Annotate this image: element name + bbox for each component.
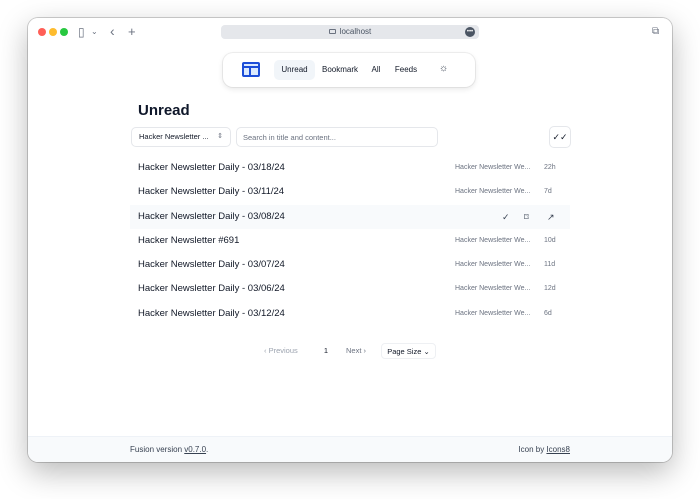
url-text: localhost bbox=[339, 27, 372, 36]
more-options-icon[interactable]: ••• bbox=[465, 27, 475, 37]
chevron-down-icon: ⌄ bbox=[421, 347, 430, 356]
item-title[interactable]: Hacker Newsletter Daily - 03/11/24 bbox=[138, 180, 284, 204]
item-title[interactable]: Hacker Newsletter Daily - 03/07/24 bbox=[138, 253, 285, 277]
item-title[interactable]: Hacker Newsletter Daily - 03/08/24 bbox=[138, 205, 285, 229]
chevron-down-icon[interactable]: ⌄ bbox=[91, 24, 98, 40]
double-check-icon: ✓✓ bbox=[552, 132, 568, 142]
browser-titlebar: ▯ ⌄ ‹ + localhost ••• ⧉ bbox=[28, 18, 672, 46]
nav-unread[interactable]: Unread bbox=[274, 60, 315, 80]
version-prefix: Fusion version bbox=[130, 445, 185, 454]
feed-filter-value: Hacker Newsletter ... bbox=[139, 132, 209, 141]
close-window-button[interactable] bbox=[38, 28, 46, 36]
next-page-button[interactable]: Next › bbox=[346, 343, 366, 359]
item-age: 10d bbox=[544, 236, 556, 244]
item-title[interactable]: Hacker Newsletter Daily - 03/06/24 bbox=[138, 277, 285, 301]
bookmark-icon[interactable]: ⌑ bbox=[524, 205, 529, 229]
mark-read-check-icon[interactable]: ✓ bbox=[502, 205, 510, 229]
page-title: Unread bbox=[138, 102, 190, 119]
item-feed: Hacker Newsletter We... bbox=[455, 309, 531, 317]
new-tab-icon[interactable]: + bbox=[128, 24, 136, 40]
page-size-select[interactable]: Page Size ⌄ bbox=[381, 343, 436, 359]
previous-label: Previous bbox=[268, 346, 298, 355]
sidebar-icon[interactable]: ▯ bbox=[78, 24, 85, 40]
chevron-updown-icon: ⇕ bbox=[217, 133, 223, 140]
item-age: 6d bbox=[544, 309, 552, 317]
item-feed: Hacker Newsletter We... bbox=[455, 285, 531, 293]
item-feed: Hacker Newsletter We... bbox=[455, 188, 531, 196]
open-external-icon[interactable]: ↗ bbox=[547, 205, 555, 229]
theme-toggle-sun-icon[interactable]: ☼ bbox=[439, 63, 448, 74]
tabs-overview-icon[interactable]: ⧉ bbox=[652, 24, 659, 40]
item-feed: Hacker Newsletter We... bbox=[455, 261, 531, 269]
app-logo-icon[interactable] bbox=[242, 62, 260, 77]
next-label: Next bbox=[346, 346, 362, 355]
item-feed: Hacker Newsletter We... bbox=[455, 236, 531, 244]
list-item[interactable]: Hacker Newsletter Daily - 03/06/24 Hacke… bbox=[130, 277, 570, 301]
chevron-right-icon: › bbox=[361, 346, 367, 355]
nav-bookmark[interactable]: Bookmark bbox=[318, 60, 362, 80]
list-item[interactable]: Hacker Newsletter Daily - 03/08/24 ✓ ⌑ ↗ bbox=[130, 204, 570, 229]
list-item[interactable]: Hacker Newsletter Daily - 03/18/24 Hacke… bbox=[130, 156, 570, 180]
mark-all-read-button[interactable]: ✓✓ bbox=[549, 126, 571, 148]
icon-credit: Icon by Icons8 bbox=[518, 437, 570, 462]
footer: Fusion version v0.7.0. Icon by Icons8 bbox=[28, 436, 672, 462]
list-item[interactable]: Hacker Newsletter Daily - 03/12/24 Hacke… bbox=[130, 302, 570, 326]
zoom-window-button[interactable] bbox=[60, 28, 68, 36]
browser-window: ▯ ⌄ ‹ + localhost ••• ⧉ Unread Bookmark … bbox=[28, 18, 672, 462]
list-item[interactable]: Hacker Newsletter Daily - 03/11/24 Hacke… bbox=[130, 180, 570, 204]
back-icon[interactable]: ‹ bbox=[110, 24, 115, 39]
page-size-label: Page Size bbox=[387, 347, 422, 356]
article-list: Hacker Newsletter Daily - 03/18/24 Hacke… bbox=[130, 156, 570, 326]
page-icon bbox=[328, 29, 336, 34]
url-bar[interactable]: localhost ••• bbox=[221, 25, 479, 39]
minimize-window-button[interactable] bbox=[49, 28, 57, 36]
item-title[interactable]: Hacker Newsletter Daily - 03/18/24 bbox=[138, 156, 285, 180]
search-input[interactable] bbox=[236, 127, 438, 147]
version-text: Fusion version v0.7.0. bbox=[130, 437, 208, 462]
item-age: 22h bbox=[544, 164, 556, 171]
item-feed: Hacker Newsletter We... bbox=[455, 164, 531, 171]
page-number[interactable]: 1 bbox=[321, 343, 331, 359]
feed-filter-select[interactable]: Hacker Newsletter ... ⇕ bbox=[131, 127, 231, 147]
item-age: 12d bbox=[544, 285, 556, 293]
nav-all[interactable]: All bbox=[366, 60, 386, 80]
list-item[interactable]: Hacker Newsletter #691 Hacker Newsletter… bbox=[130, 229, 570, 253]
top-nav: Unread Bookmark All Feeds ☼ bbox=[223, 53, 475, 87]
item-title[interactable]: Hacker Newsletter #691 bbox=[138, 229, 239, 253]
icon-credit-prefix: Icon by bbox=[518, 445, 547, 454]
previous-page-button[interactable]: ‹ Previous bbox=[264, 343, 298, 359]
item-age: 11d bbox=[544, 261, 556, 269]
item-age: 7d bbox=[544, 188, 552, 196]
icons8-link[interactable]: Icons8 bbox=[546, 445, 570, 454]
version-link[interactable]: v0.7.0 bbox=[184, 445, 206, 454]
nav-feeds[interactable]: Feeds bbox=[391, 60, 421, 80]
list-item[interactable]: Hacker Newsletter Daily - 03/07/24 Hacke… bbox=[130, 253, 570, 277]
version-suffix: . bbox=[206, 445, 209, 454]
item-title[interactable]: Hacker Newsletter Daily - 03/12/24 bbox=[138, 302, 285, 326]
